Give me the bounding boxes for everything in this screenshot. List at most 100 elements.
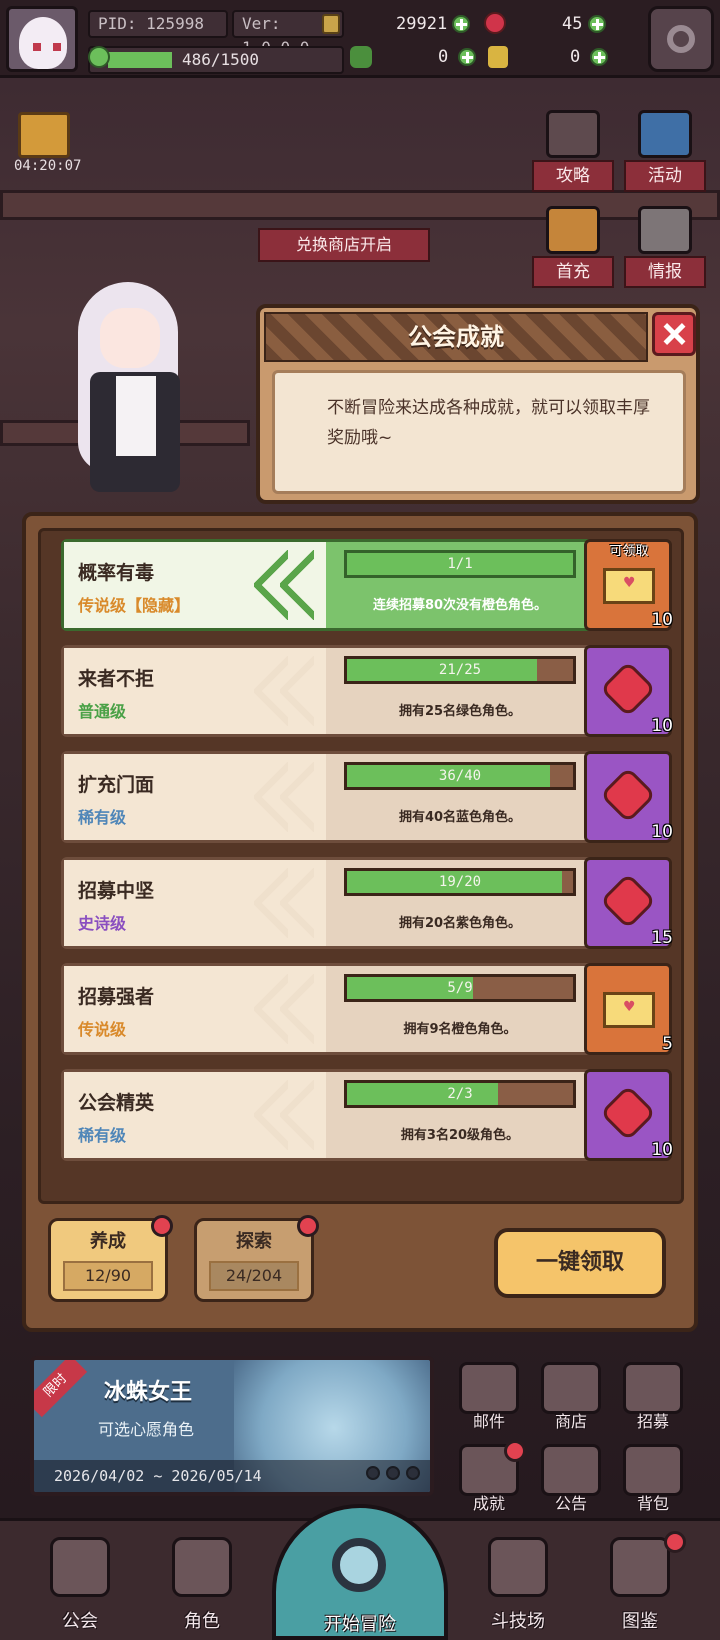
first-charge-label: 首充 <box>532 256 614 288</box>
character-icon <box>172 1537 232 1597</box>
reward-slot[interactable]: 10 <box>584 751 673 843</box>
tab-explore-count: 24/204 <box>209 1261 299 1291</box>
guide-button[interactable]: 攻略 <box>532 110 614 192</box>
red-gem-icon <box>599 872 657 930</box>
clover-currency-icon <box>350 46 372 68</box>
recruit-button[interactable]: 招募 <box>618 1362 688 1432</box>
limited-tag: 限时 <box>34 1360 88 1418</box>
achievement-list[interactable]: 概率有毒传说级【隐藏】1/1连续招募80次没有橙色角色。可领取10来者不拒普通级… <box>38 528 684 1204</box>
achievement-name: 扩充门面 <box>78 774 155 796</box>
reward-slot[interactable]: 10 <box>584 1069 673 1161</box>
exchange-shop-banner[interactable]: 兑换商店开启 <box>258 228 430 262</box>
nav-codex[interactable]: 图鉴 <box>580 1531 700 1639</box>
achievement-row[interactable]: 来者不拒 普通级 21/25 拥有25名绿色角色。 10 <box>61 645 673 737</box>
intel-button[interactable]: 情报 <box>624 206 706 288</box>
achievement-condition: 连续招募80次没有橙色角色。 <box>372 598 548 613</box>
avatar-eye <box>53 43 61 51</box>
notice-label: 公告 <box>554 1494 587 1513</box>
notification-dot <box>297 1215 319 1237</box>
title-bar: 公会成就 <box>264 312 648 362</box>
claim-all-button[interactable]: 一键领取 <box>494 1228 666 1298</box>
reward-slot[interactable]: 5 <box>584 963 673 1055</box>
nav-character[interactable]: 角色 <box>142 1531 262 1639</box>
dialog-description: 不断冒险来达成各种成就，就可以领取丰厚奖励哦~ <box>272 370 686 494</box>
banner-pager[interactable] <box>360 1465 420 1484</box>
nav-guild[interactable]: 公会 <box>20 1531 140 1639</box>
bag-button[interactable]: 背包 <box>618 1444 688 1514</box>
pager-dot[interactable] <box>386 1466 400 1480</box>
progress-text: 1/1 <box>447 556 473 572</box>
guild-house-icon <box>50 1537 110 1597</box>
copy-icon[interactable] <box>322 14 340 34</box>
mail-label: 邮件 <box>472 1412 505 1431</box>
progress-text: 5/9 <box>447 980 473 996</box>
achievement-button[interactable]: 成就 <box>454 1440 526 1514</box>
tab-explore[interactable]: 探索 24/204 <box>194 1215 319 1302</box>
achievement-name: 招募中坚 <box>78 880 155 902</box>
key-value: 0 <box>570 47 581 67</box>
achievement-tier: 稀有级 <box>78 808 127 827</box>
achievement-row[interactable]: 公会精英 稀有级 2/3 拥有3名20级角色。 10 <box>61 1069 673 1161</box>
pid-label: PID: 125998 <box>88 10 228 38</box>
chevron-decor <box>254 1072 344 1158</box>
avatar[interactable] <box>6 6 78 72</box>
gift-box-icon[interactable] <box>18 112 70 158</box>
first-aid-icon <box>638 206 692 254</box>
red-gem-icon <box>599 660 657 718</box>
reward-slot[interactable]: 15 <box>584 857 673 949</box>
add-key-plus-icon[interactable] <box>590 48 608 66</box>
progress-bar: 2/3 <box>344 1080 576 1108</box>
achievement-row[interactable]: 招募强者传说级 5/9 拥有9名橙色角色。 5 <box>61 963 673 1055</box>
event-subtitle: 可选心愿角色 <box>98 1420 195 1439</box>
chevron-decor <box>254 860 344 946</box>
achievement-title-panel: 公会成就 不断冒险来达成各种成就，就可以领取丰厚奖励哦~ <box>256 304 700 504</box>
pager-dot[interactable] <box>366 1466 380 1480</box>
tab-train[interactable]: 养成 12/90 <box>48 1215 173 1302</box>
reward-quantity: 10 <box>651 822 673 842</box>
nav-arena[interactable]: 斗技场 <box>458 1531 578 1639</box>
book-icon <box>610 1537 670 1597</box>
achievement-tier: 稀有级 <box>78 1126 127 1145</box>
achievement-row[interactable]: 扩充门面 稀有级 36/40 拥有40名蓝色角色。 10 <box>61 751 673 843</box>
gold-value: 29921 <box>396 14 448 34</box>
clover-icon <box>88 46 110 68</box>
reward-slot[interactable]: 可领取 10 <box>584 539 673 631</box>
achievement-panel: 概率有毒传说级【隐藏】1/1连续招募80次没有橙色角色。可领取10来者不拒普通级… <box>22 512 698 1332</box>
tab-train-count: 12/90 <box>63 1261 153 1291</box>
exp-bar: 486/1500 <box>88 46 344 74</box>
guide-character <box>60 272 210 512</box>
settings-button[interactable] <box>648 6 714 72</box>
recruit-icon <box>623 1362 683 1414</box>
shop-button[interactable]: 商店 <box>536 1362 606 1432</box>
achievement-tier: 普通级 <box>78 702 127 721</box>
reward-quantity: 10 <box>651 716 673 736</box>
bag-label: 背包 <box>636 1494 669 1513</box>
add-clover-plus-icon[interactable] <box>458 48 476 66</box>
first-charge-button[interactable]: 首充 <box>532 206 614 288</box>
exp-text: 486/1500 <box>182 50 260 69</box>
shop-icon <box>541 1362 601 1414</box>
achievement-row[interactable]: 概率有毒传说级【隐藏】 1/1 连续招募80次没有橙色角色。 可领取 10 <box>61 539 673 631</box>
close-button[interactable] <box>652 312 696 356</box>
letter-icon <box>603 568 655 604</box>
notice-button[interactable]: 公告 <box>536 1444 606 1514</box>
notification-dot <box>151 1215 173 1237</box>
progress-text: 2/3 <box>447 1086 473 1102</box>
add-gem-plus-icon[interactable] <box>588 15 606 33</box>
avatar-eye <box>33 43 41 51</box>
progress-bar: 19/20 <box>344 868 576 896</box>
event-banner[interactable]: 限时 冰蛛女王 可选心愿角色 2026/04/02 ~ 2026/05/14 <box>30 1356 434 1496</box>
achievement-condition: 拥有20名紫色角色。 <box>398 916 522 931</box>
reward-quantity: 10 <box>651 610 673 630</box>
achievement-row[interactable]: 招募中坚 史诗级 19/20 拥有20名紫色角色。 15 <box>61 857 673 949</box>
pager-dot[interactable] <box>406 1466 420 1480</box>
dialog-title: 公会成就 <box>408 323 504 351</box>
top-hud: PID: 125998 Ver: 1.0.0.0 486/1500 29921 … <box>0 0 720 78</box>
mail-button[interactable]: 邮件 <box>454 1362 524 1432</box>
progress-bar: 21/25 <box>344 656 576 684</box>
chevron-decor <box>254 542 344 628</box>
add-gold-plus-icon[interactable] <box>452 15 470 33</box>
activity-button[interactable]: 活动 <box>624 110 706 192</box>
progress-text: 19/20 <box>438 874 482 890</box>
reward-slot[interactable]: 10 <box>584 645 673 737</box>
